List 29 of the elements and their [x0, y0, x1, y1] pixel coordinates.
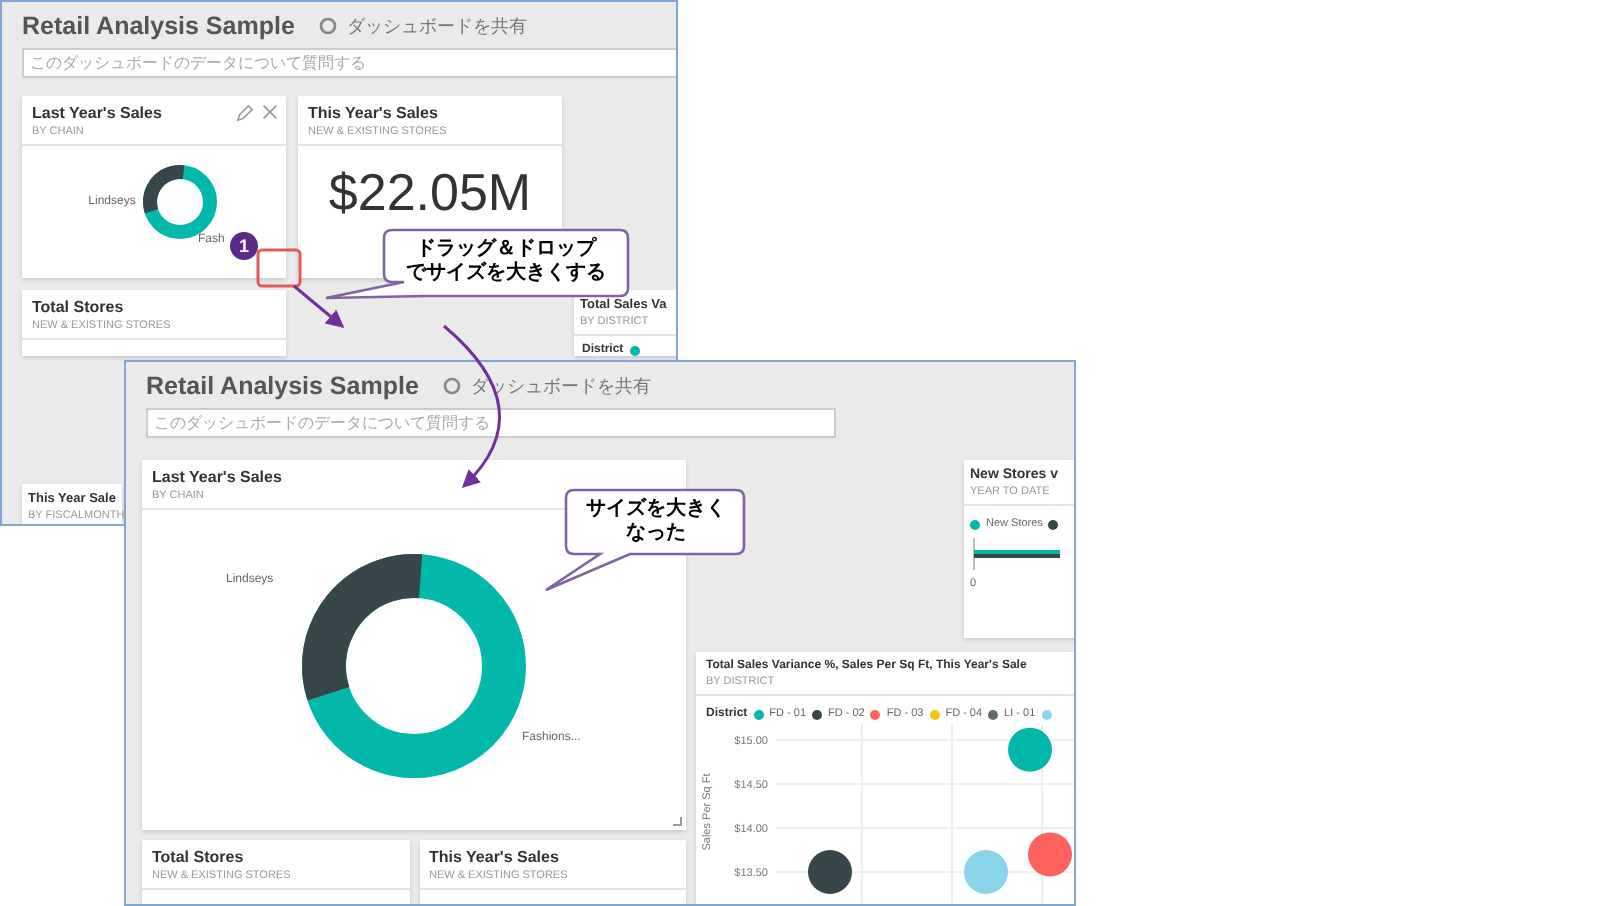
share-link[interactable]: ダッシュボードを共有 — [346, 13, 527, 39]
tile-title: Total Stores — [32, 298, 124, 316]
share-icon — [442, 376, 463, 396]
tile-title: Total Stores — [152, 848, 244, 866]
resize-handle-icon[interactable] — [672, 816, 682, 826]
callout-text: なった — [626, 522, 686, 546]
highlight-rectangle — [256, 248, 302, 288]
scatter-bubble — [1008, 727, 1052, 772]
kpi-value: $22.05M — [326, 162, 534, 224]
donut-chart-drawing — [139, 162, 220, 242]
qa-search-field[interactable]: このダッシュボードのデータについて質問する — [22, 48, 676, 78]
bar-chart-drawing — [970, 534, 1060, 574]
legend-dot-icon — [970, 519, 980, 529]
scatter-bubble — [808, 850, 852, 894]
scatter-bubble — [964, 850, 1008, 894]
tile-title: Last Year's Sales — [152, 468, 282, 486]
scatter-bubble — [1028, 832, 1072, 877]
dashboard-title: Retail Analysis Sample — [146, 372, 419, 400]
qa-search-field[interactable]: このダッシュボードのデータについて質問する — [146, 408, 836, 438]
close-icon[interactable] — [262, 104, 278, 120]
arrow — [293, 284, 345, 328]
dashboard-title: Retail Analysis Sample — [22, 12, 295, 40]
share-icon — [318, 16, 339, 36]
legend-dot-icon — [1048, 519, 1059, 529]
tile-title: Last Year's Sales — [32, 104, 162, 122]
tile-title: This Year's Sales — [429, 848, 559, 866]
tile-title: This Year's Sales — [308, 104, 438, 122]
pencil-icon[interactable] — [236, 104, 254, 122]
legend-dot-icon — [629, 345, 640, 355]
